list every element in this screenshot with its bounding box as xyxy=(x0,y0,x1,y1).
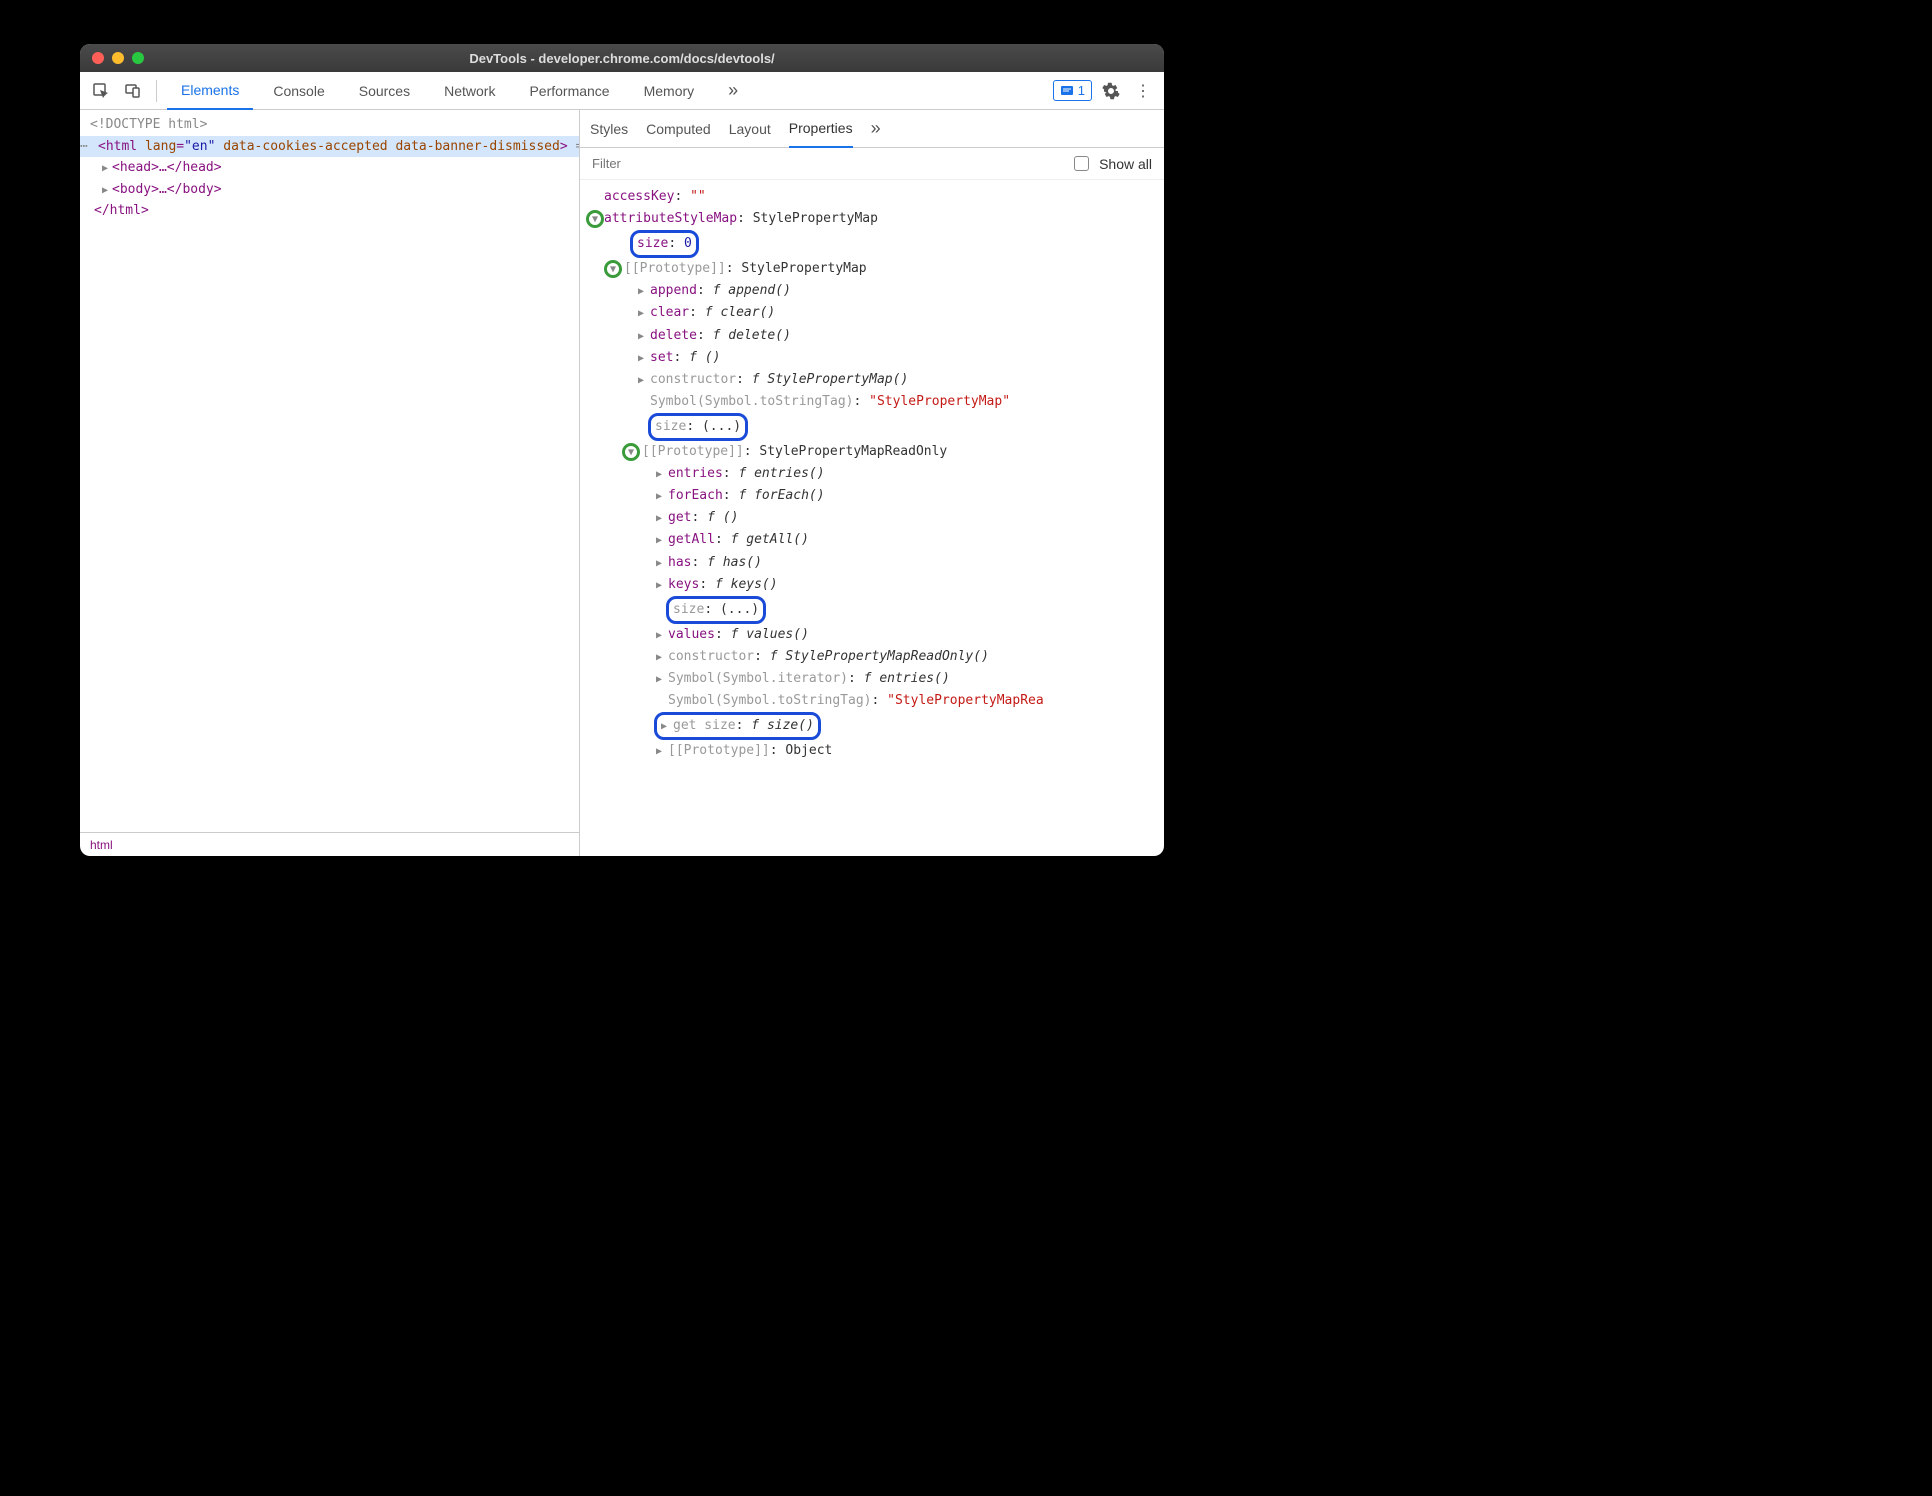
filter-input[interactable] xyxy=(592,156,1064,171)
device-toggle-icon[interactable] xyxy=(120,78,146,104)
highlight-circle-icon: ▼ xyxy=(586,210,604,228)
tab-network[interactable]: Network xyxy=(430,72,509,110)
stab-properties[interactable]: Properties xyxy=(789,110,853,148)
more-stabs-icon[interactable]: » xyxy=(871,110,881,148)
elements-panel: <!DOCTYPE html> <html lang="en" data-coo… xyxy=(80,110,580,856)
maximize-icon[interactable] xyxy=(132,52,144,64)
highlight-box: size: (...) xyxy=(648,413,748,441)
dom-tree[interactable]: <!DOCTYPE html> <html lang="en" data-coo… xyxy=(80,110,579,832)
highlight-box: size: 0 xyxy=(630,230,699,258)
prop-delete[interactable]: ▶delete: f delete() xyxy=(580,325,1164,347)
tab-elements[interactable]: Elements xyxy=(167,72,253,110)
stab-layout[interactable]: Layout xyxy=(729,110,771,148)
prop-prototype-3[interactable]: ▶[[Prototype]]: Object xyxy=(580,740,1164,762)
inspect-icon[interactable] xyxy=(88,78,114,104)
prop-size-ellipsis-2[interactable]: size: (...) xyxy=(580,596,1164,624)
titlebar: DevTools - developer.chrome.com/docs/dev… xyxy=(80,44,1164,72)
highlight-circle-icon: ▼ xyxy=(604,260,622,278)
filter-row: Show all xyxy=(580,148,1164,180)
prop-accesskey[interactable]: accessKey: "" xyxy=(580,186,1164,208)
body-line[interactable]: ▶<body>…</body> xyxy=(80,179,579,201)
highlight-box: size: (...) xyxy=(666,596,766,624)
more-tabs-icon[interactable]: » xyxy=(714,72,752,110)
html-element-line[interactable]: <html lang="en" data-cookies-accepted da… xyxy=(80,136,579,158)
issues-badge[interactable]: 1 xyxy=(1053,80,1092,101)
prop-attributestylemap[interactable]: ▼ attributeStyleMap: StylePropertyMap xyxy=(580,208,1164,230)
prop-prototype-2[interactable]: ▼ [[Prototype]]: StylePropertyMapReadOnl… xyxy=(580,441,1164,463)
prop-clear[interactable]: ▶clear: f clear() xyxy=(580,302,1164,324)
prop-constructor-1[interactable]: ▶constructor: f StylePropertyMap() xyxy=(580,369,1164,391)
doctype-line[interactable]: <!DOCTYPE html> xyxy=(80,114,579,136)
window-title: DevTools - developer.chrome.com/docs/dev… xyxy=(80,51,1164,66)
highlight-circle-icon: ▼ xyxy=(622,443,640,461)
head-line[interactable]: ▶<head>…</head> xyxy=(80,157,579,179)
showall-checkbox[interactable] xyxy=(1074,156,1089,171)
prop-foreach[interactable]: ▶forEach: f forEach() xyxy=(580,485,1164,507)
prop-entries[interactable]: ▶entries: f entries() xyxy=(580,463,1164,485)
prop-prototype-1[interactable]: ▼ [[Prototype]]: StylePropertyMap xyxy=(580,258,1164,280)
prop-symbol-iterator[interactable]: ▶Symbol(Symbol.iterator): f entries() xyxy=(580,668,1164,690)
prop-has[interactable]: ▶has: f has() xyxy=(580,552,1164,574)
issues-count: 1 xyxy=(1078,83,1085,98)
prop-get[interactable]: ▶get: f () xyxy=(580,507,1164,529)
tab-console[interactable]: Console xyxy=(259,72,338,110)
breadcrumb[interactable]: html xyxy=(80,832,579,856)
devtools-window: DevTools - developer.chrome.com/docs/dev… xyxy=(80,44,1164,856)
prop-symbol-tostringtag-1[interactable]: Symbol(Symbol.toStringTag): "StyleProper… xyxy=(580,391,1164,413)
sidebar-tabs: Styles Computed Layout Properties » xyxy=(580,110,1164,148)
content-area: <!DOCTYPE html> <html lang="en" data-coo… xyxy=(80,110,1164,856)
prop-constructor-2[interactable]: ▶constructor: f StylePropertyMapReadOnly… xyxy=(580,646,1164,668)
kebab-icon[interactable]: ⋮ xyxy=(1130,78,1156,104)
gear-icon[interactable] xyxy=(1098,78,1124,104)
prop-get-size[interactable]: ▶get size: f size() xyxy=(580,712,1164,740)
minimize-icon[interactable] xyxy=(112,52,124,64)
prop-size-0[interactable]: size: 0 xyxy=(580,230,1164,258)
stab-computed[interactable]: Computed xyxy=(646,110,711,148)
properties-tree[interactable]: accessKey: "" ▼ attributeStyleMap: Style… xyxy=(580,180,1164,856)
prop-keys[interactable]: ▶keys: f keys() xyxy=(580,574,1164,596)
prop-values[interactable]: ▶values: f values() xyxy=(580,624,1164,646)
prop-size-ellipsis-1[interactable]: size: (...) xyxy=(580,413,1164,441)
close-icon[interactable] xyxy=(92,52,104,64)
prop-symbol-tostringtag-2[interactable]: Symbol(Symbol.toStringTag): "StyleProper… xyxy=(580,690,1164,712)
tab-performance[interactable]: Performance xyxy=(515,72,623,110)
prop-set[interactable]: ▶set: f () xyxy=(580,347,1164,369)
html-close-line[interactable]: </html> xyxy=(80,200,579,222)
tab-sources[interactable]: Sources xyxy=(345,72,424,110)
highlight-box: ▶get size: f size() xyxy=(654,712,821,740)
showall-label: Show all xyxy=(1099,156,1152,172)
sidebar-panel: Styles Computed Layout Properties » Show… xyxy=(580,110,1164,856)
separator xyxy=(156,80,157,102)
tab-memory[interactable]: Memory xyxy=(630,72,709,110)
main-toolbar: Elements Console Sources Network Perform… xyxy=(80,72,1164,110)
prop-getall[interactable]: ▶getAll: f getAll() xyxy=(580,529,1164,551)
prop-append[interactable]: ▶append: f append() xyxy=(580,280,1164,302)
traffic-lights xyxy=(80,52,144,64)
stab-styles[interactable]: Styles xyxy=(590,110,628,148)
